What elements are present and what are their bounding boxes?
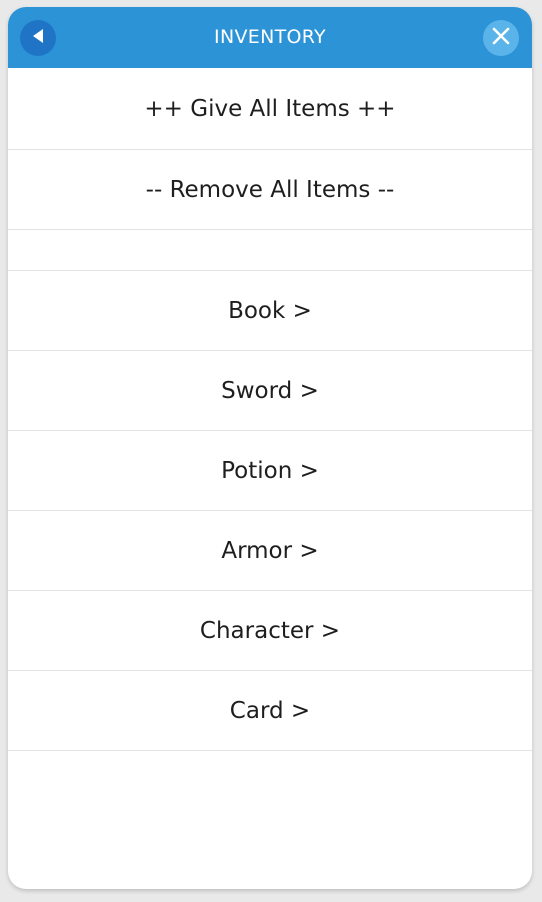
category-character[interactable]: Character > xyxy=(8,591,532,671)
category-card[interactable]: Card > xyxy=(8,671,532,751)
page-title: INVENTORY xyxy=(214,26,326,48)
back-button[interactable] xyxy=(20,20,56,56)
remove-all-items-button[interactable]: -- Remove All Items -- xyxy=(8,150,532,230)
category-book[interactable]: Book > xyxy=(8,271,532,351)
inventory-panel: INVENTORY ++ Give All Items ++ -- Remove… xyxy=(8,7,532,889)
category-armor[interactable]: Armor > xyxy=(8,511,532,591)
back-triangle-icon xyxy=(30,27,46,49)
close-x-icon xyxy=(491,26,511,50)
inventory-menu: ++ Give All Items ++ -- Remove All Items… xyxy=(8,68,532,751)
give-all-items-button[interactable]: ++ Give All Items ++ xyxy=(8,68,532,150)
category-potion[interactable]: Potion > xyxy=(8,431,532,511)
category-sword[interactable]: Sword > xyxy=(8,351,532,431)
close-button[interactable] xyxy=(483,20,519,56)
menu-divider xyxy=(8,230,532,271)
header-bar: INVENTORY xyxy=(8,7,532,68)
